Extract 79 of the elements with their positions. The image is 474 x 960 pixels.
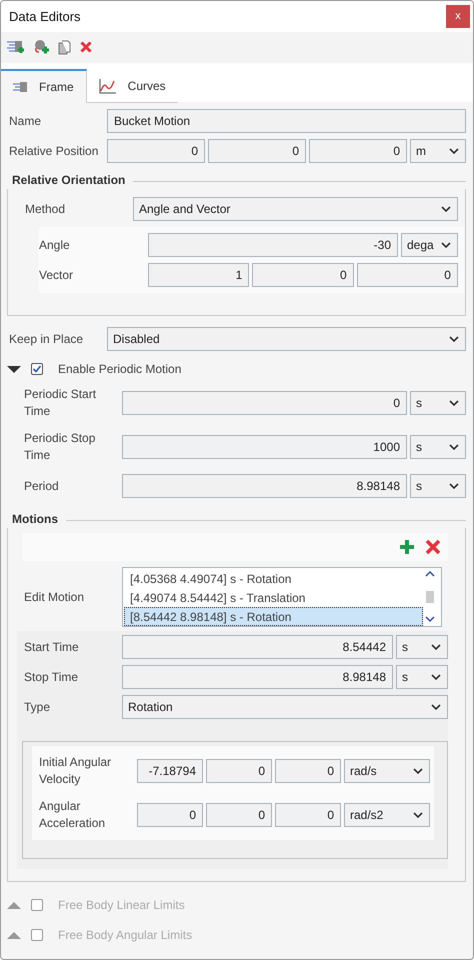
field-label: Start Time [24, 638, 80, 656]
unit-dropdown[interactable]: s [410, 474, 466, 498]
number-field[interactable]: 0 [356, 263, 458, 287]
scrollbar[interactable] [423, 569, 437, 624]
field-label: Periodic Start Time [24, 386, 98, 420]
caret-icon [441, 206, 451, 212]
close-button[interactable]: x [446, 5, 470, 28]
caret-icon [413, 812, 423, 818]
unit-dropdown[interactable]: m [410, 139, 466, 163]
unit-dropdown[interactable]: s [410, 435, 466, 459]
field-label: Relative Position [9, 142, 100, 160]
add-shape-icon[interactable] [33, 40, 49, 54]
number-field[interactable]: 1000 [122, 435, 407, 459]
field-label: Keep in Place [9, 330, 84, 348]
field-label: Method [25, 200, 66, 218]
delete-icon[interactable] [425, 539, 441, 555]
line-chart-icon [98, 78, 116, 94]
number-field[interactable]: 0 [275, 759, 341, 783]
unit-dropdown[interactable]: rad/s2 [344, 803, 430, 827]
caret-icon [449, 444, 459, 450]
number-field[interactable]: 1 [148, 263, 250, 287]
caret-icon [431, 704, 441, 710]
number-field[interactable]: 8.54442 [122, 635, 393, 659]
checkbox[interactable] [31, 363, 43, 375]
field-label: Periodic Stop Time [24, 430, 96, 464]
number-field[interactable]: 0 [208, 139, 306, 163]
list-item[interactable]: [8.54442 8.98148] s - Rotation [124, 607, 423, 626]
caret-icon [449, 483, 459, 489]
list-box[interactable]: [4.05368 4.49074] s - Rotation [4.49074 8.54442] s - Translation [8.54442 8.98148] s - Rotation [122, 567, 442, 627]
field-label: Angular Acceleration [39, 798, 106, 832]
field-label: Angle [39, 236, 71, 254]
delete-icon[interactable] [80, 41, 92, 53]
add-layers-icon[interactable] [7, 40, 24, 54]
unit-dropdown[interactable]: s [396, 665, 448, 689]
number-field[interactable]: 0 [275, 803, 341, 827]
field-label: Name [9, 112, 42, 130]
field-label: Edit Motion [24, 588, 86, 606]
dropdown[interactable]: Disabled [107, 327, 466, 351]
number-field[interactable]: 0 [206, 759, 272, 783]
dropdown[interactable]: Angle and Vector [133, 197, 458, 221]
number-field[interactable]: 0 [309, 139, 407, 163]
tab[interactable]: Frame [1, 69, 87, 103]
unit-dropdown[interactable]: rad/s [344, 759, 430, 783]
checkbox-label[interactable]: Enable Periodic Motion [58, 360, 182, 378]
number-field[interactable]: 0 [206, 803, 272, 827]
caret-icon [431, 674, 441, 680]
number-field[interactable]: -7.18794 [137, 759, 203, 783]
window-title: Data Editors [9, 8, 81, 26]
text-field[interactable]: Bucket Motion [107, 109, 466, 133]
dropdown[interactable]: Rotation [122, 695, 448, 719]
field-label: Initial Angular Velocity [39, 754, 112, 788]
number-field[interactable]: 0 [137, 803, 203, 827]
field-label: Stop Time [24, 668, 80, 686]
layers-icon [13, 81, 27, 93]
list-item[interactable]: [4.05368 4.49074] s - Rotation [124, 569, 423, 588]
caret-icon [441, 242, 451, 248]
add-icon[interactable] [399, 539, 415, 555]
caret-icon [431, 644, 441, 650]
number-field[interactable]: 8.98148 [122, 665, 393, 689]
field-label: Period [24, 478, 60, 494]
unit-dropdown[interactable]: dega [401, 233, 458, 257]
caret-icon [413, 768, 423, 774]
number-field[interactable]: 0 [122, 391, 407, 415]
field-label: Type [24, 698, 52, 716]
caret-icon [449, 336, 459, 342]
list-item[interactable]: [4.49074 8.54442] s - Translation [124, 588, 423, 607]
unit-dropdown[interactable]: s [410, 391, 466, 415]
unit-dropdown[interactable]: s [396, 635, 448, 659]
number-field[interactable]: -30 [148, 233, 398, 257]
field-label: Vector [39, 266, 74, 284]
group-title: Motions [11, 511, 58, 528]
caret-icon [449, 400, 459, 406]
caret-icon [449, 148, 459, 154]
number-field[interactable]: 0 [252, 263, 354, 287]
number-field[interactable]: 0 [107, 139, 205, 163]
copy-icon[interactable] [58, 40, 71, 54]
group-title: Relative Orientation [11, 172, 126, 189]
number-field[interactable]: 8.98148 [122, 474, 407, 498]
collapse-triangle-icon[interactable] [7, 364, 21, 374]
